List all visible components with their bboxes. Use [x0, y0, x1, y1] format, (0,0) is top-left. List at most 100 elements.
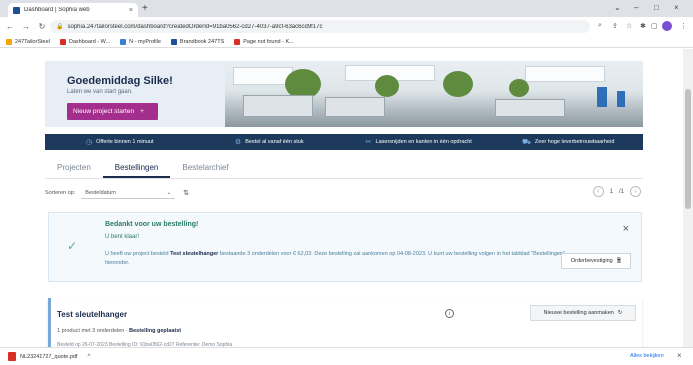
show-all-downloads-link[interactable]: Alles bekijken	[630, 353, 664, 359]
chevron-up-icon[interactable]: ^	[88, 354, 91, 360]
bookmark-favicon-icon	[59, 38, 66, 45]
back-icon[interactable]: ←	[4, 22, 16, 31]
minimize-button[interactable]: –	[634, 3, 638, 12]
next-page-button[interactable]: ›	[630, 186, 641, 197]
refresh-icon: ↻	[617, 310, 623, 316]
start-project-label: Nieuw project starten	[73, 108, 135, 115]
sort-row: Sorteren op: Besteldatum ⌄ ⇅ ‹ 1 /1 ›	[45, 186, 643, 200]
new-tab-button[interactable]: +	[142, 3, 148, 15]
scroll-thumb[interactable]	[685, 89, 691, 209]
tab-close-icon[interactable]: ×	[129, 7, 133, 14]
bookmark-favicon-icon	[6, 38, 12, 45]
confirmation-text-prefix: U heeft uw project besteld	[105, 251, 169, 257]
bookmark-label: Brandbook 247TS	[179, 38, 225, 45]
bookmark-favicon-icon	[170, 38, 177, 45]
confirmation-text: U heeft uw project besteld Test sleutelh…	[105, 250, 565, 268]
browser-toolbar: ← → ↻ 🔒 sophia.247tailorsteel.com/dashbo…	[0, 17, 693, 36]
project-tabs: Projecten Bestellingen Bestelarchief	[45, 162, 643, 178]
bookmark-label: Page not found - K...	[243, 38, 294, 45]
new-order-label: Nieuwe bestelling aanmaken	[543, 310, 614, 316]
download-filename: NL23241727_quote.pdf	[20, 353, 78, 360]
url-text[interactable]: sophia.247tailorsteel.com/dashboard?crea…	[67, 24, 322, 30]
usp-label: Zeer hoge leverbetrouwbaarheid	[534, 139, 615, 145]
tab-bestelarchief[interactable]: Bestelarchief	[170, 162, 240, 178]
pdf-icon	[8, 352, 16, 361]
total-pages: /1	[618, 188, 624, 195]
close-download-shelf-icon[interactable]: ×	[677, 351, 682, 360]
close-icon[interactable]: ×	[623, 223, 629, 235]
bookmark-label: 247TailorSteel	[15, 38, 50, 45]
sort-direction-icon[interactable]: ⇅	[183, 189, 189, 197]
clock-icon: ◷	[86, 139, 93, 146]
usp-bar: ◷ Offerte binnen 1 minuut ⚙ Bestel al vana…	[45, 134, 643, 150]
lock-icon: 🔒	[56, 24, 64, 30]
sort-value: Besteldatum	[85, 189, 116, 196]
reload-icon[interactable]: ↻	[36, 22, 48, 31]
order-confirmation-panel: ✓ Bedankt voor uw bestelling! U bent kla…	[48, 212, 642, 282]
chevron-down-icon: ⌄	[166, 189, 172, 196]
confirmation-project-name: Test sleutelhanger	[170, 251, 219, 257]
order-status: Bestelling geplaatst	[129, 328, 182, 334]
order-summary: 1 product met 3 onderdelen · Bestelling …	[57, 328, 181, 334]
profile-avatar[interactable]	[662, 21, 672, 31]
tab-projecten[interactable]: Projecten	[45, 162, 103, 178]
bookmark-brandbook[interactable]: Brandbook 247TS	[170, 38, 225, 45]
menu-icon[interactable]: ⋮	[680, 22, 687, 30]
hero-banner: Goedemiddag Silke! Laten we van start ga…	[45, 61, 643, 127]
usp-label: Offerte binnen 1 minuut	[96, 139, 154, 145]
site-favicon-icon	[13, 6, 20, 14]
forward-icon[interactable]: →	[20, 22, 32, 31]
order-summary-prefix: 1 product met 3 onderdelen ·	[57, 328, 130, 334]
usp-laser: ✂ Lasersnijden en kanten in één opdracht	[344, 138, 494, 146]
usp-delivery: ⛟ Zeer hoge leverbetrouwbaarheid	[494, 138, 644, 147]
check-icon: ✓	[67, 239, 78, 253]
bookmarks-bar: 247TailorSteel Dashboard - W... N - myPr…	[0, 36, 693, 48]
new-order-button[interactable]: Nieuwe bestelling aanmaken ↻	[530, 305, 636, 321]
factory-photo	[225, 61, 643, 127]
download-item[interactable]: NL23241727_quote.pdf ^	[8, 352, 90, 361]
usp-single-piece: ⚙ Bestel al vanaf één stuk	[195, 138, 345, 146]
usp-quote: ◷ Offerte binnen 1 minuut	[45, 138, 195, 146]
bookmark-myprofile[interactable]: N - myProfile	[120, 38, 161, 45]
share-icon[interactable]: ⇪	[612, 22, 618, 30]
sort-label: Sorteren op:	[45, 190, 76, 196]
document-icon: 🗎	[616, 257, 622, 264]
close-window-button[interactable]: ×	[674, 3, 679, 12]
prev-page-button[interactable]: ‹	[592, 186, 604, 197]
greeting-subtitle: Laten we van start gaan.	[67, 89, 133, 95]
start-project-button[interactable]: Nieuw project starten +	[67, 103, 158, 120]
plus-icon: +	[140, 108, 144, 115]
address-bar[interactable]: 🔒 sophia.247tailorsteel.com/dashboard?cr…	[50, 20, 590, 33]
confirmation-subtitle: U bent klaar!	[105, 234, 140, 240]
bookmark-label: N - myProfile	[129, 38, 161, 45]
tab-search-icon[interactable]: ⌄	[614, 3, 621, 12]
zoom-icon[interactable]: ⌕	[598, 22, 602, 30]
bookmark-label: Dashboard - W...	[68, 38, 111, 45]
download-shelf: NL23241727_quote.pdf ^ Alles bekijken ×	[0, 347, 693, 365]
tabs-divider	[45, 178, 643, 179]
order-confirmation-button[interactable]: Orderbevestiging 🗎	[561, 253, 631, 269]
current-page: 1	[609, 188, 613, 195]
sort-dropdown[interactable]: Besteldatum ⌄	[81, 187, 176, 199]
bookmark-favicon-icon	[234, 38, 241, 45]
greeting-title: Goedemiddag Silke!	[67, 75, 173, 87]
sidebar-icon[interactable]: ▢	[651, 22, 658, 30]
bookmark-favicon-icon	[120, 38, 127, 45]
usp-label: Bestel al vanaf één stuk	[245, 139, 304, 145]
bookmark-star-icon[interactable]: ☆	[626, 22, 632, 30]
bookmark-247tailorsteel[interactable]: 247TailorSteel	[6, 38, 50, 45]
page-scrollbar[interactable]	[683, 49, 693, 347]
bookmark-dashboard[interactable]: Dashboard - W...	[59, 38, 111, 45]
browser-tab[interactable]: Dashboard | Sophia web ×	[8, 3, 138, 17]
extensions-icon[interactable]: ✱	[640, 22, 646, 30]
pagination: ‹ 1 /1 ›	[592, 186, 641, 197]
bookmark-page-not-found[interactable]: Page not found - K...	[234, 38, 294, 45]
confirmation-title: Bedankt voor uw bestelling!	[105, 221, 199, 228]
order-confirmation-label: Orderbevestiging	[570, 258, 613, 264]
browser-tabstrip: Dashboard | Sophia web × + ⌄ – □ ×	[0, 0, 693, 17]
truck-icon: ⛟	[522, 138, 531, 146]
tab-bestellingen[interactable]: Bestellingen	[102, 162, 171, 178]
maximize-button[interactable]: □	[654, 3, 659, 12]
info-icon[interactable]: i	[445, 309, 454, 318]
tab-title: Dashboard | Sophia web	[24, 7, 90, 13]
